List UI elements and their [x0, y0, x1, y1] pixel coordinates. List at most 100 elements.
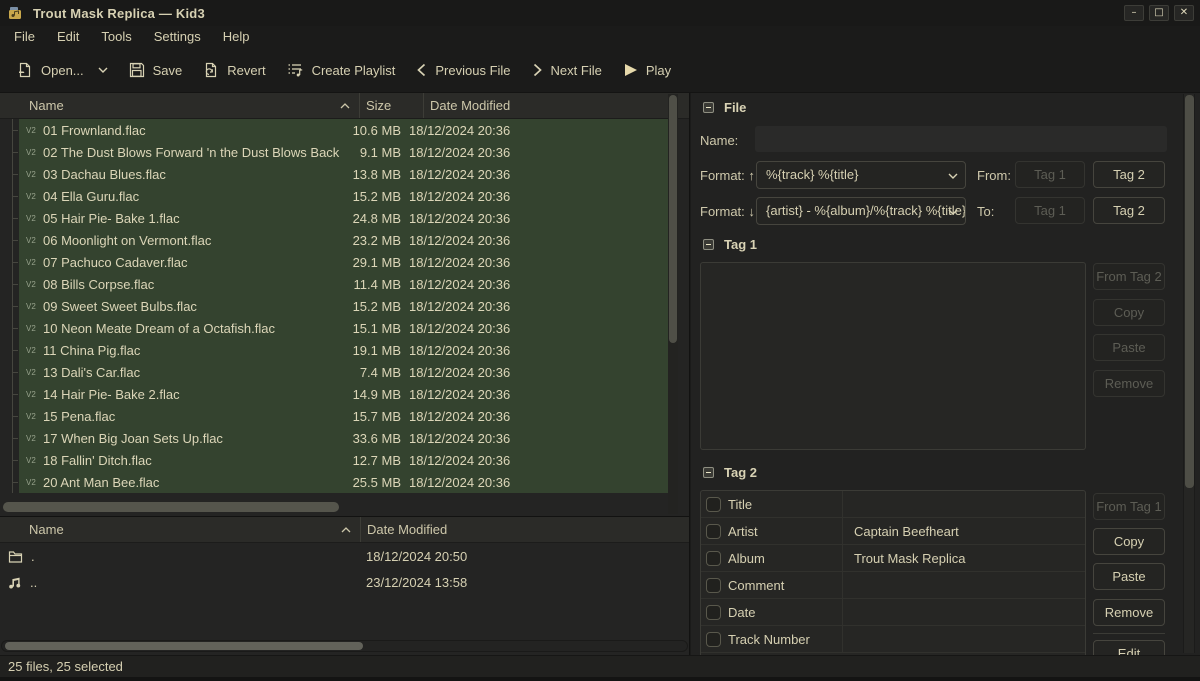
create-playlist-button[interactable]: Create Playlist: [287, 62, 396, 78]
file-row[interactable]: V2 13 Dali's Car.flac 7.4 MB 18/12/2024 …: [0, 361, 678, 383]
tag2-copy-button[interactable]: Copy: [1093, 528, 1165, 555]
file-row[interactable]: V2 10 Neon Meate Dream of a Octafish.fla…: [0, 317, 678, 339]
sort-ascending-icon: [341, 527, 351, 533]
menu-item[interactable]: Help: [212, 26, 261, 48]
tag2-field-row[interactable]: Artist Captain Beefheart: [701, 518, 1085, 545]
file-row[interactable]: V2 07 Pachuco Cadaver.flac 29.1 MB 18/12…: [0, 251, 678, 273]
kid3-window: Trout Mask Replica — Kid3 – □ ✕ File Edi…: [0, 0, 1200, 681]
file-column-name[interactable]: Name: [0, 93, 359, 118]
maximize-button[interactable]: □: [1149, 5, 1169, 21]
tag2-field-row[interactable]: Album Trout Mask Replica: [701, 545, 1085, 572]
filename-to-tag2-button[interactable]: Tag 2: [1093, 197, 1165, 224]
field-label: Track Number: [728, 632, 810, 647]
dir-column-name[interactable]: Name: [0, 517, 360, 542]
file-row[interactable]: V2 15 Pena.flac 15.7 MB 18/12/2024 20:36: [0, 405, 678, 427]
right-pane-vertical-scrollbar[interactable]: [1183, 94, 1195, 653]
directory-row-current[interactable]: . 18/12/2024 20:50: [0, 543, 689, 569]
scrollbar-thumb[interactable]: [5, 642, 363, 650]
tag2-field-row[interactable]: Date: [701, 599, 1085, 626]
file-row[interactable]: V2 20 Ant Man Bee.flac 25.5 MB 18/12/202…: [0, 471, 678, 493]
menu-item[interactable]: Settings: [143, 26, 212, 48]
file-list-vertical-scrollbar[interactable]: [668, 94, 678, 514]
tag1-from-tag2-button[interactable]: From Tag 2: [1093, 263, 1165, 290]
tag1-section-header[interactable]: Tag 1: [703, 237, 757, 252]
file-size: 14.9 MB: [340, 387, 404, 402]
format-to-combobox[interactable]: {artist} - %{album}/%{track} %{title}: [756, 197, 966, 225]
tag1-paste-button[interactable]: Paste: [1093, 334, 1165, 361]
tag2-field-row[interactable]: Title: [701, 491, 1085, 518]
scrollbar-thumb[interactable]: [3, 502, 339, 512]
field-checkbox[interactable]: [706, 605, 721, 620]
play-button-label: Play: [646, 63, 671, 78]
tag1-copy-button[interactable]: Copy: [1093, 299, 1165, 326]
scrollbar-thumb[interactable]: [1185, 95, 1194, 488]
filename-from-tag1-button[interactable]: Tag 1: [1015, 161, 1085, 188]
field-checkbox[interactable]: [706, 551, 721, 566]
menu-item[interactable]: Tools: [90, 26, 142, 48]
file-row[interactable]: V2 11 China Pig.flac 19.1 MB 18/12/2024 …: [0, 339, 678, 361]
field-value[interactable]: Trout Mask Replica: [843, 551, 1085, 566]
filename-to-tag1-button[interactable]: Tag 1: [1015, 197, 1085, 224]
file-name: 04 Ella Guru.flac: [43, 189, 340, 204]
directory-list-horizontal-scrollbar[interactable]: [1, 640, 688, 652]
tag1-remove-button[interactable]: Remove: [1093, 370, 1165, 397]
status-text: 25 files, 25 selected: [8, 659, 123, 674]
file-row[interactable]: V2 01 Frownland.flac 10.6 MB 18/12/2024 …: [0, 119, 678, 141]
collapse-icon[interactable]: [703, 102, 714, 113]
collapse-icon[interactable]: [703, 467, 714, 478]
format-from-combobox[interactable]: %{track} %{title}: [756, 161, 966, 189]
tag-version-badge: V2: [19, 302, 43, 311]
file-list-horizontal-scrollbar[interactable]: [3, 502, 675, 512]
file-row[interactable]: V2 08 Bills Corpse.flac 11.4 MB 18/12/20…: [0, 273, 678, 295]
tag2-section-header[interactable]: Tag 2: [703, 465, 757, 480]
tag2-field-row[interactable]: Comment: [701, 572, 1085, 599]
open-dropdown-chevron-icon[interactable]: [98, 67, 108, 73]
file-date-modified: 18/12/2024 20:36: [404, 365, 678, 380]
file-row[interactable]: V2 18 Fallin' Ditch.flac 12.7 MB 18/12/2…: [0, 449, 678, 471]
field-checkbox[interactable]: [706, 497, 721, 512]
field-checkbox[interactable]: [706, 578, 721, 593]
menu-item[interactable]: File: [3, 26, 46, 48]
file-row[interactable]: V2 04 Ella Guru.flac 15.2 MB 18/12/2024 …: [0, 185, 678, 207]
file-column-size[interactable]: Size: [359, 93, 423, 118]
field-checkbox[interactable]: [706, 632, 721, 647]
file-row[interactable]: V2 17 When Big Joan Sets Up.flac 33.6 MB…: [0, 427, 678, 449]
previous-file-button[interactable]: Previous File: [416, 63, 510, 78]
file-row[interactable]: V2 02 The Dust Blows Forward 'n the Dust…: [0, 141, 678, 163]
filename-from-tag2-button[interactable]: Tag 2: [1093, 161, 1165, 188]
directory-row-parent[interactable]: .. 23/12/2024 13:58: [0, 569, 689, 595]
revert-button[interactable]: Revert: [203, 62, 265, 78]
tag2-from-tag1-button[interactable]: From Tag 1: [1093, 493, 1165, 520]
scrollbar-thumb[interactable]: [669, 95, 677, 343]
dir-column-date[interactable]: Date Modified: [360, 517, 689, 542]
close-button[interactable]: ✕: [1174, 5, 1194, 21]
tag1-fields-area[interactable]: [700, 262, 1086, 450]
play-button[interactable]: Play: [623, 63, 671, 78]
previous-file-button-label: Previous File: [435, 63, 510, 78]
save-button[interactable]: Save: [129, 62, 183, 78]
field-checkbox[interactable]: [706, 524, 721, 539]
title-bar[interactable]: Trout Mask Replica — Kid3 – □ ✕: [0, 0, 1200, 26]
filename-input[interactable]: [755, 126, 1167, 152]
tag2-remove-button[interactable]: Remove: [1093, 599, 1165, 626]
folder-icon: [8, 550, 23, 563]
file-column-date[interactable]: Date Modified: [423, 93, 689, 118]
tag2-field-row[interactable]: Track Number: [701, 626, 1085, 653]
file-row[interactable]: V2 05 Hair Pie- Bake 1.flac 24.8 MB 18/1…: [0, 207, 678, 229]
tag-version-badge: V2: [19, 390, 43, 399]
file-row[interactable]: V2 09 Sweet Sweet Bulbs.flac 15.2 MB 18/…: [0, 295, 678, 317]
next-file-button[interactable]: Next File: [532, 63, 602, 78]
file-row[interactable]: V2 14 Hair Pie- Bake 2.flac 14.9 MB 18/1…: [0, 383, 678, 405]
collapse-icon[interactable]: [703, 239, 714, 250]
field-value[interactable]: Captain Beefheart: [843, 524, 1085, 539]
file-section-header[interactable]: File: [703, 100, 746, 115]
field-label: Date: [728, 605, 755, 620]
file-date-modified: 18/12/2024 20:36: [404, 321, 678, 336]
file-row[interactable]: V2 03 Dachau Blues.flac 13.8 MB 18/12/20…: [0, 163, 678, 185]
file-row[interactable]: V2 06 Moonlight on Vermont.flac 23.2 MB …: [0, 229, 678, 251]
minimize-button[interactable]: –: [1124, 5, 1144, 21]
open-button[interactable]: Open...: [17, 62, 108, 78]
tag2-paste-button[interactable]: Paste: [1093, 563, 1165, 590]
menu-item[interactable]: Edit: [46, 26, 90, 48]
tag2-edit-button[interactable]: Edit: [1093, 640, 1165, 655]
